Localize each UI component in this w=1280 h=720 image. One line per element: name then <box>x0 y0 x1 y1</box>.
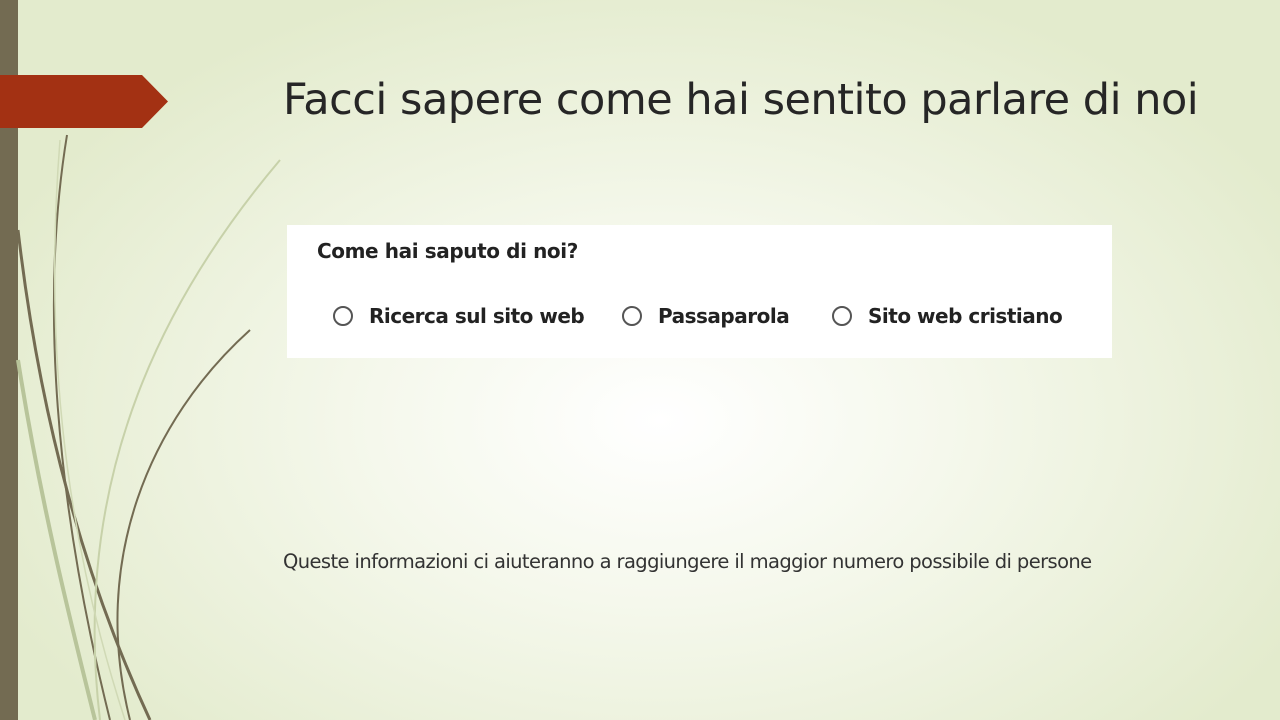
option-christian-website[interactable]: Sito web cristiano <box>832 303 1063 329</box>
radio-unchecked-icon[interactable] <box>832 306 852 326</box>
survey-form-card: Come hai saputo di noi? Ricerca sul sito… <box>287 225 1112 358</box>
radio-unchecked-icon[interactable] <box>333 306 353 326</box>
question-label: Come hai saputo di noi? <box>317 239 578 263</box>
option-label: Passaparola <box>658 304 790 328</box>
radio-unchecked-icon[interactable] <box>622 306 642 326</box>
red-arrow-shape <box>0 75 168 128</box>
slide-title: Facci sapere come hai sentito parlare di… <box>283 75 1199 125</box>
slide-body-text: Queste informazioni ci aiuteranno a ragg… <box>283 550 1092 573</box>
option-website-search[interactable]: Ricerca sul sito web <box>333 303 585 329</box>
option-label: Ricerca sul sito web <box>369 304 585 328</box>
option-label: Sito web cristiano <box>868 304 1063 328</box>
slide: Facci sapere come hai sentito parlare di… <box>0 0 1280 720</box>
option-word-of-mouth[interactable]: Passaparola <box>622 303 790 329</box>
